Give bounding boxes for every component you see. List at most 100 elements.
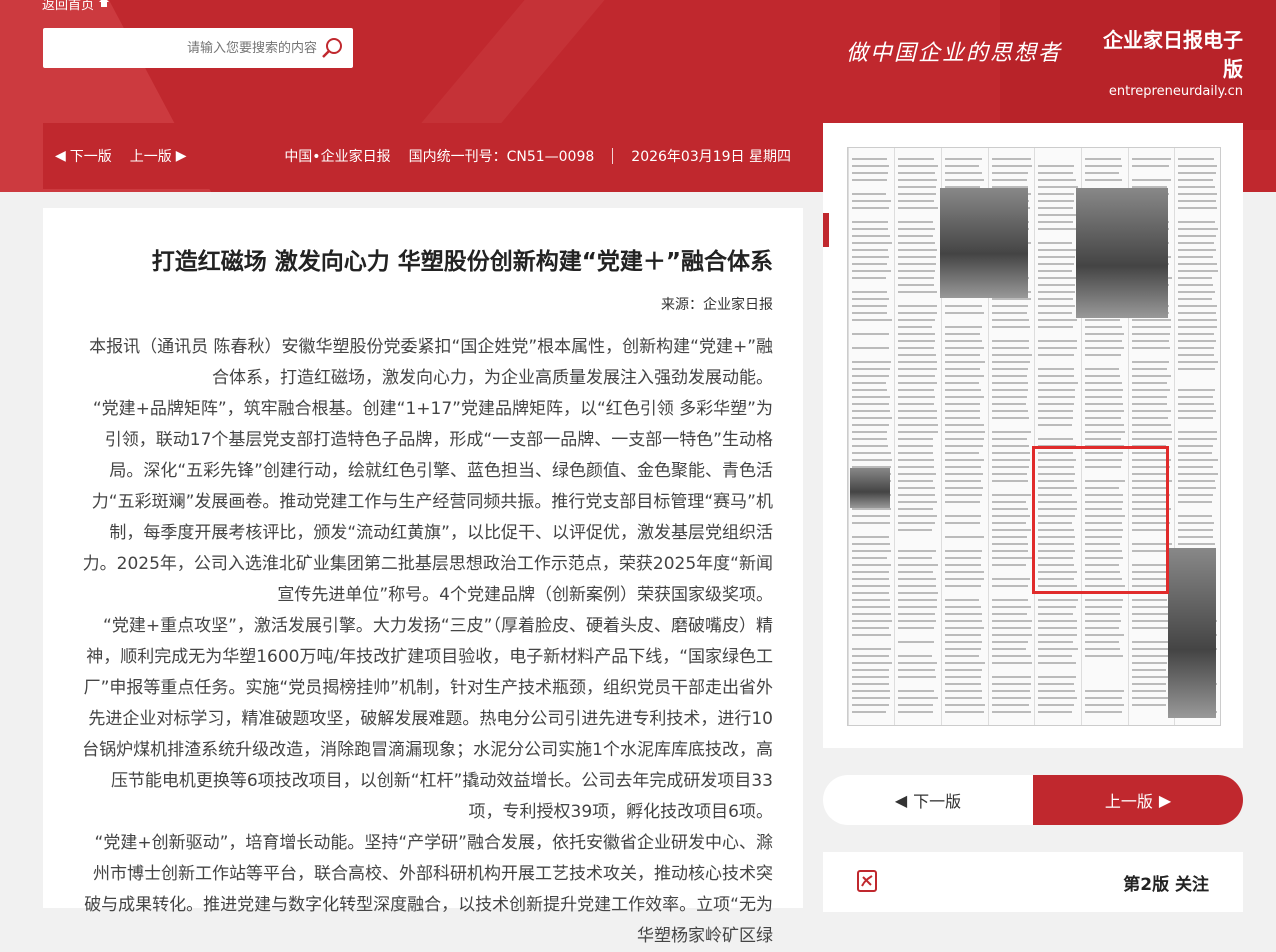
- article-source: 来源：企业家日报: [79, 294, 773, 314]
- text-line: [852, 298, 889, 300]
- text-line: [1038, 368, 1074, 370]
- text-line: [1038, 256, 1075, 258]
- text-line: [1085, 417, 1121, 419]
- text-line: [1038, 249, 1076, 251]
- home-link[interactable]: 返回首页: [42, 0, 110, 13]
- text-line: [852, 578, 889, 580]
- text-line: [1085, 319, 1120, 321]
- text-line: [898, 438, 933, 440]
- column-rule: [1034, 148, 1035, 725]
- text-line: [852, 396, 890, 398]
- search-box[interactable]: [43, 28, 353, 68]
- text-line: [898, 158, 934, 160]
- text-line: [992, 326, 1030, 328]
- text-line: [852, 389, 887, 391]
- text-line: [852, 683, 889, 685]
- text-line: [1178, 186, 1215, 188]
- search-input[interactable]: [85, 40, 319, 57]
- text-line: [1085, 606, 1122, 608]
- text-line: [852, 228, 888, 230]
- text-line: [852, 550, 891, 552]
- text-line: [1085, 711, 1122, 713]
- text-line: [945, 466, 981, 468]
- text-line: [1178, 291, 1215, 293]
- text-line: [1178, 333, 1214, 335]
- top-prev-button[interactable]: 上一版 ▶: [130, 146, 187, 166]
- text-line: [992, 480, 1028, 482]
- text-line: [1178, 529, 1213, 531]
- text-line: [945, 641, 982, 643]
- text-line: [1038, 599, 1078, 601]
- text-line: [898, 235, 933, 237]
- text-line: [1085, 340, 1122, 342]
- text-line: [1178, 501, 1212, 503]
- text-line: [898, 207, 938, 209]
- text-line: [945, 487, 983, 489]
- text-line: [1038, 683, 1074, 685]
- text-line: [898, 354, 936, 356]
- text-line: [898, 704, 933, 706]
- text-line: [898, 361, 937, 363]
- column-rule: [848, 148, 849, 725]
- text-line: [898, 340, 935, 342]
- brand-logo[interactable]: 企业家日报电子版 entrepreneurdaily.cn: [1100, 24, 1243, 99]
- text-line: [992, 368, 1028, 370]
- text-line: [852, 704, 889, 706]
- text-line: [852, 655, 889, 657]
- text-line: [992, 438, 1027, 440]
- text-line: [1038, 375, 1074, 377]
- text-line: [1038, 690, 1075, 692]
- edition-title[interactable]: 第2版 关注: [1123, 870, 1209, 895]
- text-line: [852, 410, 890, 412]
- text-line: [1085, 697, 1122, 699]
- selected-article-highlight[interactable]: [1032, 446, 1169, 594]
- text-line: [1132, 648, 1171, 650]
- text-line: [992, 403, 1026, 405]
- text-line: [898, 305, 937, 307]
- text-line: [852, 431, 887, 433]
- newspaper-page-image[interactable]: [847, 147, 1221, 726]
- text-line: [1038, 347, 1077, 349]
- text-line: [1132, 382, 1167, 384]
- text-line: [898, 697, 938, 699]
- text-line: [1178, 298, 1212, 300]
- text-line: [945, 655, 979, 657]
- text-line: [1132, 396, 1167, 398]
- text-line: [945, 424, 984, 426]
- divider: [612, 148, 613, 164]
- text-line: [992, 501, 1026, 503]
- text-line: [1038, 620, 1077, 622]
- text-line: [852, 312, 887, 314]
- text-line: [898, 424, 938, 426]
- text-line: [1132, 627, 1169, 629]
- text-line: [1038, 662, 1076, 664]
- text-line: [992, 410, 1028, 412]
- text-line: [992, 361, 1030, 363]
- text-line: [898, 382, 937, 384]
- text-line: [898, 515, 937, 517]
- text-line: [1178, 172, 1216, 174]
- text-line: [898, 284, 934, 286]
- search-icon[interactable]: [319, 35, 345, 61]
- text-line: [1178, 515, 1212, 517]
- text-line: [1085, 396, 1122, 398]
- text-line: [1132, 655, 1170, 657]
- publisher: 中国•企业家日报: [284, 146, 390, 166]
- text-line: [852, 522, 890, 524]
- text-line: [945, 627, 984, 629]
- prev-edition-button[interactable]: 上一版 ▶: [1033, 775, 1243, 825]
- top-next-button[interactable]: ◀ 下一版: [55, 146, 112, 166]
- text-line: [945, 417, 980, 419]
- pdf-icon[interactable]: [857, 870, 877, 892]
- next-edition-button[interactable]: ◀ 下一版: [823, 775, 1033, 825]
- text-line: [852, 536, 889, 538]
- text-line: [1038, 228, 1077, 230]
- text-line: [852, 445, 888, 447]
- text-line: [1038, 410, 1073, 412]
- text-line: [945, 382, 979, 384]
- text-line: [852, 634, 891, 636]
- text-line: [1132, 431, 1172, 433]
- text-line: [898, 585, 936, 587]
- text-line: [1085, 438, 1121, 440]
- text-line: [1178, 305, 1217, 307]
